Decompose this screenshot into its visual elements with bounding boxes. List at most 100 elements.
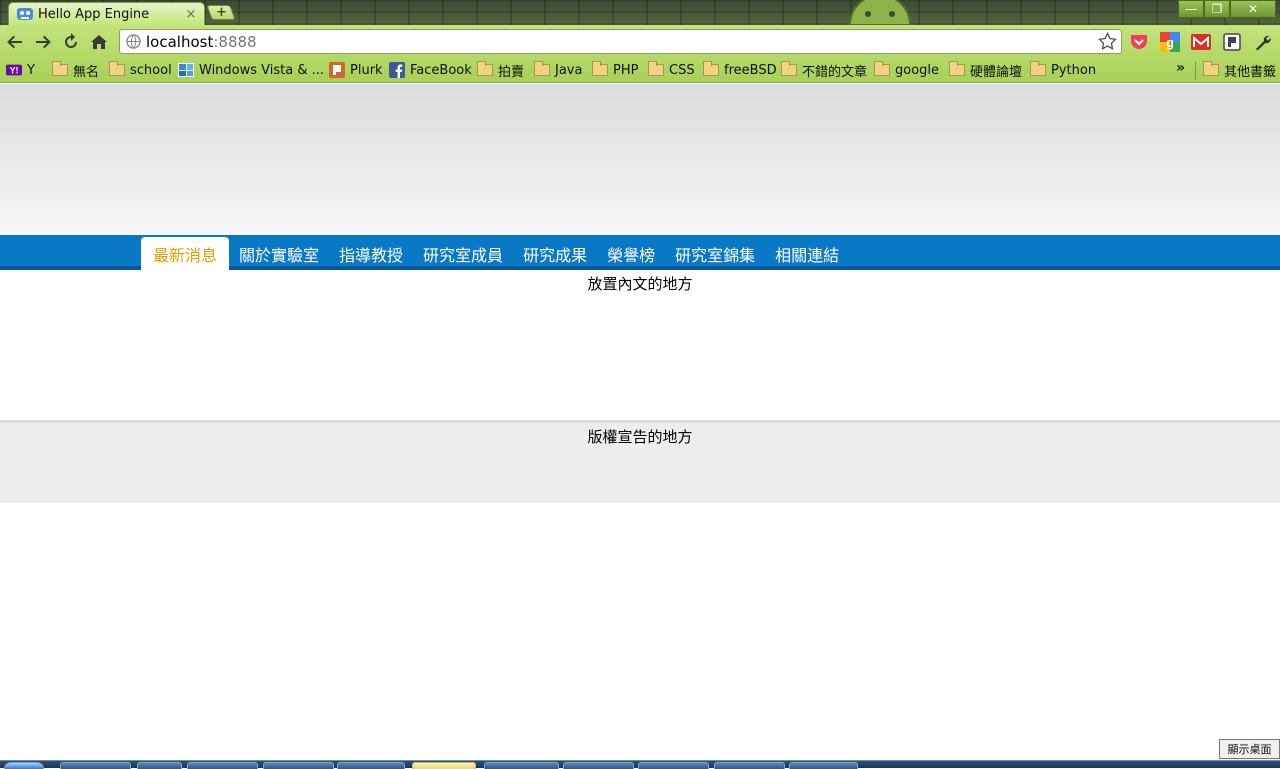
tab-close-icon[interactable]: × — [184, 7, 198, 22]
nav-item-latest-news[interactable]: 最新消息 — [141, 237, 230, 270]
svg-text:Y!: Y! — [10, 66, 19, 76]
new-tab-button[interactable]: + — [206, 5, 236, 20]
bookmark-folder[interactable]: Python — [1030, 61, 1096, 79]
show-desktop-button[interactable]: 顯示桌面 — [1219, 739, 1280, 759]
bookmark-label: Python — [1051, 62, 1097, 78]
bookmark-label: google — [895, 62, 940, 78]
nav-item-about-lab[interactable]: 關於實驗室 — [229, 237, 329, 270]
browser-toolbar: localhost:8888 g — [0, 25, 1280, 58]
site-header-banner — [0, 84, 1280, 235]
bookmark-folder[interactable]: 無名 — [52, 61, 100, 80]
bookmark-label: 不錯的文章 — [802, 64, 868, 80]
bookmark-label: freeBSD — [724, 62, 777, 78]
nav-item-advisor[interactable]: 指導教授 — [329, 237, 413, 270]
folder-icon — [1203, 61, 1219, 77]
bookmark-folder[interactable]: 不錯的文章 — [781, 61, 868, 80]
url-port: :8888 — [213, 32, 257, 51]
nav-item-related-links[interactable]: 相關連結 — [765, 237, 849, 270]
folder-icon — [592, 61, 608, 77]
bookmark-label: CSS — [669, 62, 695, 78]
url-text: localhost:8888 — [146, 33, 257, 51]
bookmark-item[interactable]: Y! Y — [6, 61, 35, 79]
bookmark-label: PHP — [613, 62, 639, 78]
folder-icon — [109, 61, 125, 77]
bookmark-label: 拍賣 — [498, 64, 525, 80]
bookmarks-bar: Y! Y 無名 school Windows Vista & ... Plurk… — [0, 58, 1280, 83]
browser-tab[interactable]: Hello App Engine × — [8, 2, 205, 25]
other-bookmarks-label: 其他書籤 — [1224, 64, 1277, 80]
content-placeholder-text: 放置內文的地方 — [587, 275, 693, 293]
bookmark-label: 硬體論壇 — [970, 64, 1023, 80]
footer-copyright-text: 版權宣告的地方 — [587, 428, 693, 446]
app-engine-favicon-icon — [17, 7, 33, 21]
gmail-extension-icon[interactable] — [1191, 32, 1211, 52]
google-extension-icon[interactable]: g — [1160, 32, 1180, 52]
yahoo-icon: Y! — [6, 63, 22, 77]
folder-icon — [52, 61, 68, 77]
site-main-nav: 最新消息 關於實驗室 指導教授 研究室成員 研究成果 榮譽榜 研究室錦集 相關連… — [0, 235, 1280, 270]
pocket-extension-icon[interactable] — [1129, 32, 1149, 52]
bookmark-item[interactable]: FaceBook — [389, 61, 472, 79]
folder-icon — [1030, 61, 1046, 77]
bookmark-label: Java — [555, 62, 583, 78]
bookmark-folder[interactable]: PHP — [592, 61, 638, 79]
folder-icon — [648, 61, 664, 77]
forward-button[interactable] — [30, 29, 56, 55]
close-window-button[interactable]: ✕ — [1230, 0, 1276, 18]
url-host: localhost — [146, 32, 214, 51]
bookmark-folder[interactable]: 硬體論壇 — [949, 61, 1023, 80]
bookmark-star-icon[interactable] — [1098, 32, 1117, 51]
nav-item-research-results[interactable]: 研究成果 — [513, 237, 597, 270]
restore-button[interactable]: ❐ — [1204, 0, 1230, 18]
address-bar[interactable]: localhost:8888 — [119, 29, 1122, 54]
page-action-extension-icon[interactable] — [1222, 32, 1242, 52]
folder-icon — [534, 61, 550, 77]
home-icon — [91, 34, 107, 49]
bookmark-label: FaceBook — [410, 62, 472, 78]
back-arrow-icon — [7, 35, 22, 48]
bookmark-label: Y — [27, 62, 35, 78]
minimize-button[interactable]: — — [1178, 0, 1204, 18]
tab-title: Hello App Engine — [38, 6, 150, 22]
bookmark-folder[interactable]: CSS — [648, 61, 695, 79]
nav-item-lab-members[interactable]: 研究室成員 — [413, 237, 513, 270]
windows-taskbar — [0, 760, 1280, 769]
folder-icon — [874, 61, 890, 77]
window-controls: — ❐ ✕ — [1178, 0, 1276, 18]
android-theme-icon — [848, 0, 912, 25]
bookmark-label: Windows Vista & ... — [199, 62, 325, 78]
forward-arrow-icon — [36, 35, 51, 48]
bookmark-label: school — [130, 62, 172, 78]
browser-titlebar: Hello App Engine × + — ❐ ✕ — [0, 0, 1280, 25]
bookmark-folder[interactable]: google — [874, 61, 939, 79]
bookmark-folder[interactable]: freeBSD — [703, 61, 777, 79]
nav-item-honor-roll[interactable]: 榮譽榜 — [597, 237, 665, 270]
bookmark-label: 無名 — [73, 64, 100, 80]
main-content-area: 放置內文的地方 — [0, 270, 1280, 420]
folder-icon — [703, 61, 719, 77]
facebook-icon — [389, 62, 405, 78]
windows-icon — [178, 63, 194, 77]
globe-icon — [126, 34, 141, 49]
other-bookmarks-folder[interactable]: 其他書籤 — [1203, 61, 1277, 80]
back-button[interactable] — [2, 29, 28, 55]
folder-icon — [949, 61, 965, 77]
reload-button[interactable] — [58, 29, 84, 55]
bookmark-item[interactable]: Windows Vista & ... — [178, 61, 324, 79]
bookmark-folder[interactable]: 拍賣 — [477, 61, 525, 80]
bookmarks-overflow-chevron-icon[interactable]: » — [1176, 60, 1185, 76]
folder-icon — [477, 61, 493, 77]
site-footer: 版權宣告的地方 — [0, 420, 1280, 503]
bookmark-item[interactable]: Plurk — [329, 61, 383, 79]
nav-item-lab-gallery[interactable]: 研究室錦集 — [665, 237, 765, 270]
bookmarks-separator — [1195, 61, 1196, 80]
home-button[interactable] — [86, 29, 112, 55]
reload-icon — [65, 32, 77, 48]
bookmark-label: Plurk — [350, 62, 383, 78]
bookmark-folder[interactable]: Java — [534, 61, 582, 79]
plurk-icon — [329, 62, 345, 78]
wrench-icon[interactable] — [1253, 32, 1273, 52]
svg-text:g: g — [1166, 35, 1174, 50]
plus-icon: + — [215, 5, 227, 20]
bookmark-folder[interactable]: school — [109, 61, 172, 79]
